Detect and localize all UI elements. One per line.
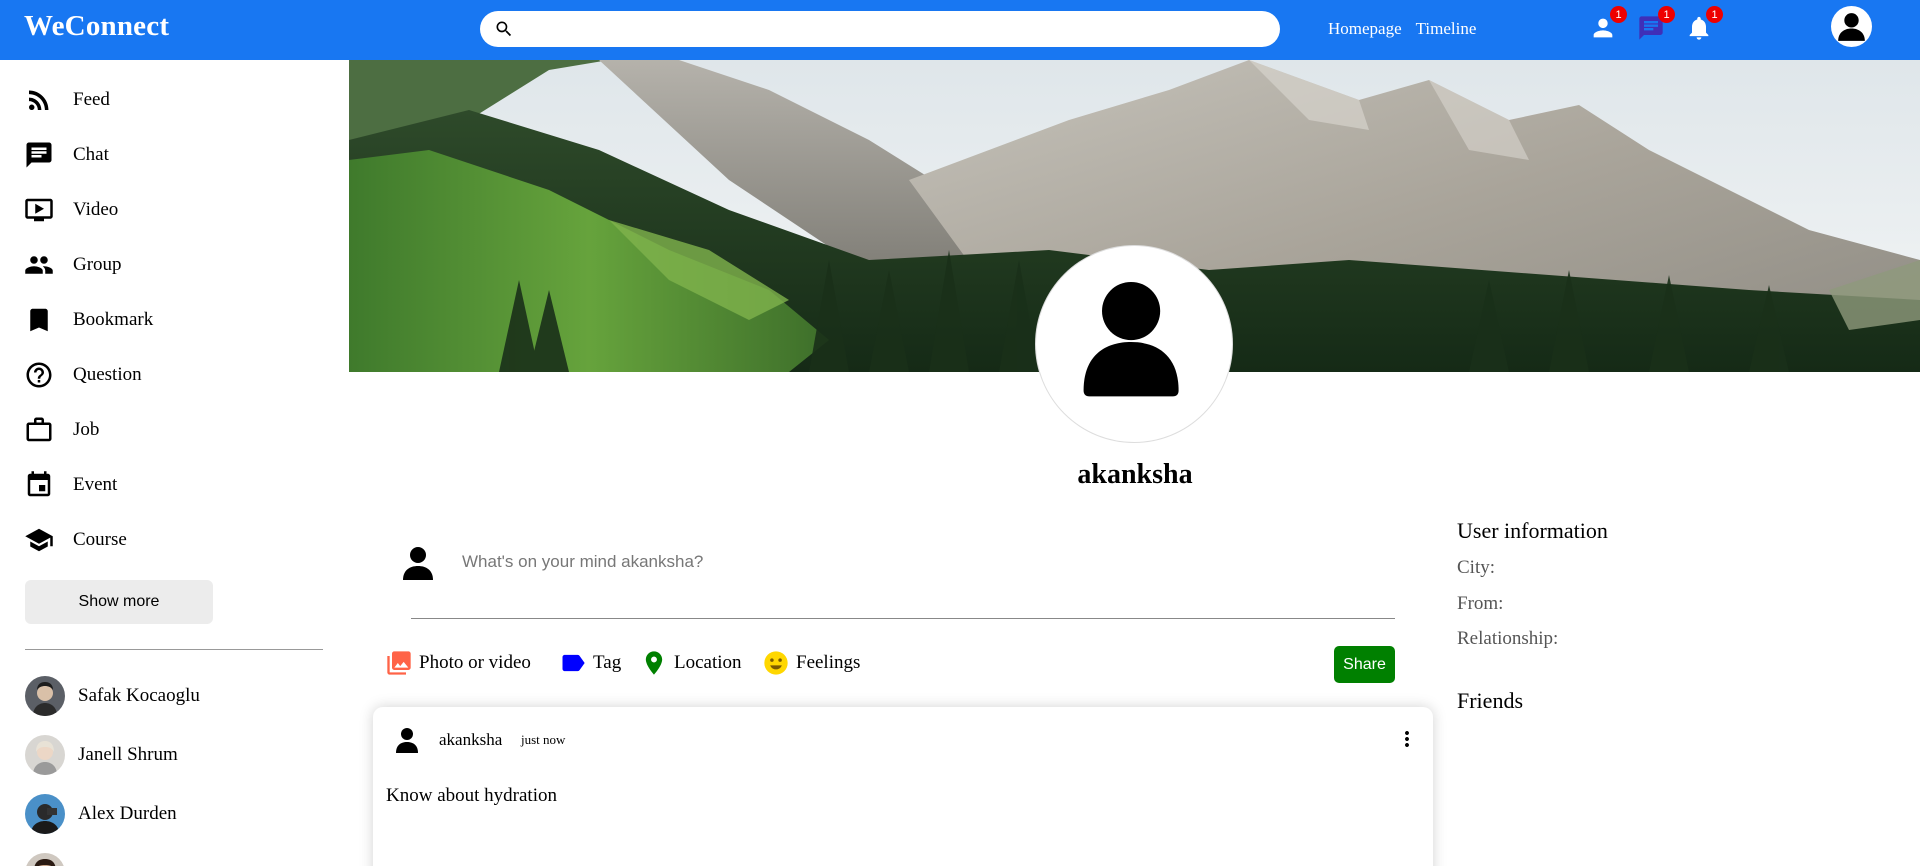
sidebar-item-label: Event — [73, 474, 118, 495]
topbar-links: Homepage Timeline — [1328, 19, 1486, 39]
notifications-badge: 1 — [1706, 6, 1723, 23]
post-card: akanksha just now Know about hydration — [373, 707, 1433, 866]
sidebar-item-label: Video — [73, 199, 119, 220]
post-date: just now — [521, 732, 566, 747]
sidebar-item-label: Question — [73, 364, 142, 385]
group-icon — [25, 256, 53, 274]
sidebar-item-label: Course — [73, 529, 127, 550]
photo-library-icon — [387, 651, 411, 675]
friend-name: Safak Kocaoglu — [78, 685, 200, 706]
friend-requests-badge: 1 — [1610, 6, 1627, 23]
friend-avatar — [25, 735, 65, 775]
notifications-button[interactable]: 1 — [1685, 6, 1723, 44]
avatar[interactable] — [1831, 6, 1872, 47]
sidebar-divider — [25, 649, 323, 650]
sidebar-item-job[interactable]: Job — [24, 410, 99, 450]
rss-feed-icon — [29, 90, 49, 110]
emoji-icon — [764, 651, 788, 675]
location-pin-icon — [645, 651, 663, 675]
sidebar: Feed Chat Video Group Bookmark Question … — [0, 60, 345, 866]
info-city: City: — [1457, 557, 1496, 578]
homepage-link[interactable]: Homepage — [1328, 19, 1402, 38]
sidebar-item-group[interactable]: Group — [24, 245, 122, 285]
post-avatar[interactable] — [391, 723, 423, 755]
work-icon — [26, 417, 52, 442]
tag-option[interactable]: Tag — [559, 648, 621, 678]
label-icon — [562, 654, 585, 672]
show-more-button[interactable]: Show more — [25, 580, 213, 624]
play-circle-icon — [25, 198, 53, 222]
friend-list-item[interactable]: Janell Shrum — [25, 734, 178, 776]
share-divider — [411, 618, 1395, 619]
info-relationship: Relationship: — [1457, 628, 1559, 649]
timeline-link[interactable]: Timeline — [1416, 19, 1477, 38]
friends-title: Friends — [1457, 688, 1523, 713]
avatar-placeholder-icon — [1838, 13, 1865, 41]
search-input[interactable] — [524, 17, 1264, 41]
friend-avatar — [25, 794, 65, 834]
messages-badge: 1 — [1658, 6, 1675, 23]
person-icon — [403, 547, 433, 580]
school-icon — [25, 528, 53, 552]
person-icon — [1083, 281, 1179, 397]
more-vert-icon[interactable] — [1395, 725, 1419, 753]
friend-name: Alex Durden — [78, 803, 177, 824]
logo[interactable]: WeConnect — [24, 10, 169, 43]
friend-list-item[interactable]: Safak Kocaoglu — [25, 675, 200, 717]
help-icon — [26, 362, 52, 388]
location-option[interactable]: Location — [640, 648, 742, 678]
friend-avatar — [25, 676, 65, 716]
event-icon — [27, 471, 51, 497]
topbar: WeConnect Homepage Timeline 1 1 1 — [0, 0, 1920, 60]
sidebar-item-bookmark[interactable]: Bookmark — [24, 300, 153, 340]
search-bar[interactable] — [480, 11, 1280, 47]
sidebar-item-video[interactable]: Video — [24, 190, 118, 230]
share-button[interactable]: Share — [1334, 646, 1395, 683]
messages-button[interactable]: 1 — [1637, 6, 1675, 44]
sidebar-item-course[interactable]: Course — [24, 520, 127, 560]
info-from: From: — [1457, 593, 1504, 614]
share-avatar — [398, 542, 438, 582]
chat-icon — [26, 142, 52, 168]
friend-avatar — [25, 853, 65, 866]
photo-or-video-option[interactable]: Photo or video — [385, 648, 531, 678]
friend-list-item[interactable] — [25, 852, 78, 866]
sidebar-item-event[interactable]: Event — [24, 465, 117, 505]
feelings-option[interactable]: Feelings — [762, 648, 860, 678]
sidebar-item-label: Group — [73, 254, 122, 275]
option-label: Feelings — [796, 652, 861, 673]
user-information-title: User information — [1457, 518, 1608, 543]
friend-requests-button[interactable]: 1 — [1589, 6, 1627, 44]
post-username[interactable]: akanksha — [439, 730, 502, 750]
person-icon — [396, 728, 418, 753]
option-label: Location — [674, 652, 742, 673]
profile-picture[interactable] — [1036, 246, 1232, 442]
sidebar-item-label: Job — [73, 419, 100, 440]
sidebar-item-label: Chat — [73, 144, 109, 165]
friend-list-item[interactable]: Alex Durden — [25, 793, 177, 835]
sidebar-item-feed[interactable]: Feed — [24, 80, 110, 120]
sidebar-item-label: Feed — [73, 89, 110, 110]
friend-name: Janell Shrum — [78, 744, 178, 765]
profile-name: akanksha — [1077, 459, 1193, 490]
share-input[interactable] — [462, 548, 1362, 576]
sidebar-item-question[interactable]: Question — [24, 355, 142, 395]
sidebar-item-chat[interactable]: Chat — [24, 135, 109, 175]
option-label: Photo or video — [419, 652, 531, 673]
sidebar-item-label: Bookmark — [73, 309, 154, 330]
post-text: Know about hydration — [386, 785, 557, 806]
search-icon — [494, 19, 514, 39]
bookmark-icon — [30, 308, 48, 332]
option-label: Tag — [593, 652, 622, 673]
